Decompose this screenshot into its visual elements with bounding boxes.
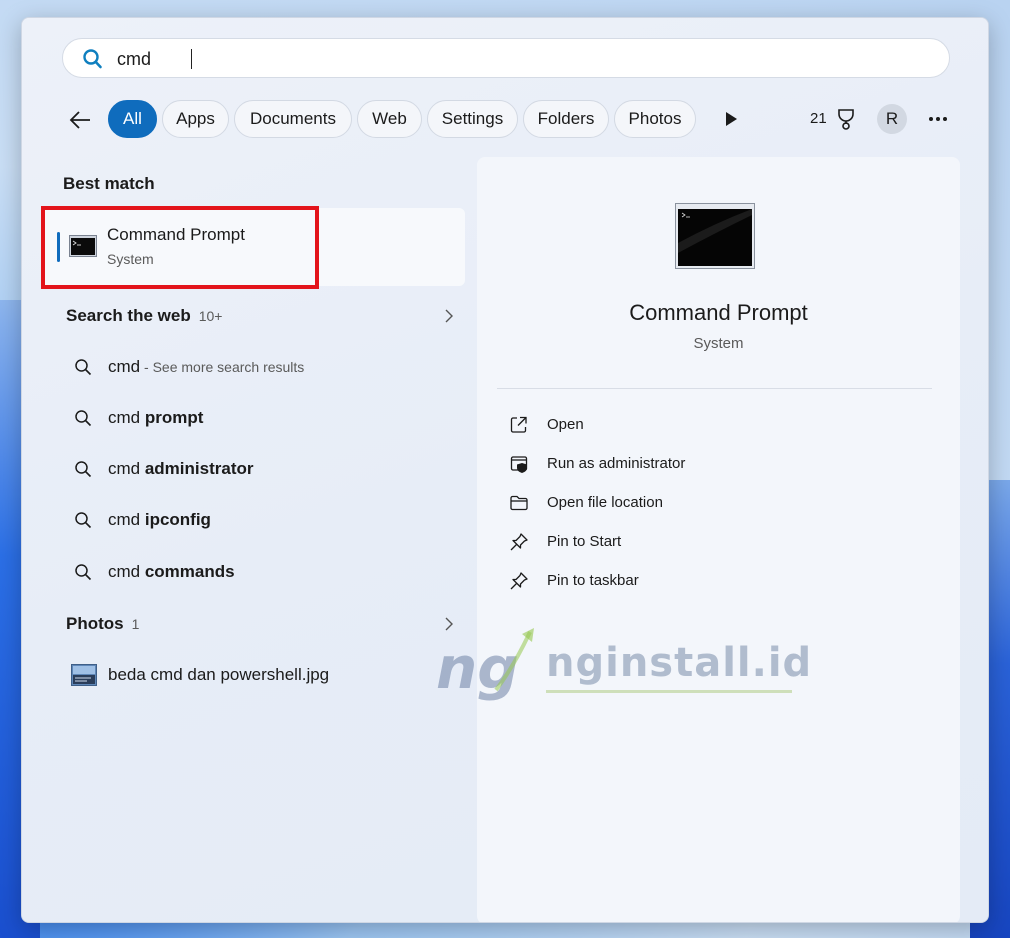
detail-title: Command Prompt (629, 300, 808, 325)
text-caret (191, 49, 192, 69)
action-label: Run as administrator (547, 455, 686, 472)
result-bold: prompt (144, 408, 204, 427)
web-section-heading[interactable]: Search the web 10+ (66, 306, 222, 326)
search-panel: All Apps Documents Web Settings Folders … (21, 17, 989, 923)
pin-icon (510, 572, 528, 590)
filter-photos[interactable]: Photos (614, 100, 696, 138)
search-icon (75, 564, 92, 581)
svg-text:ng: ng (436, 634, 519, 702)
action-label: Pin to taskbar (547, 572, 639, 589)
pin-icon (510, 533, 528, 551)
action-run-as-administrator[interactable]: Run as administrator (509, 452, 909, 476)
highlight-annotation (41, 206, 319, 289)
watermark-logo: ng (436, 628, 534, 702)
command-prompt-icon (675, 203, 755, 269)
search-icon (75, 512, 92, 529)
search-icon (83, 49, 102, 69)
photos-section-count: 1 (131, 616, 140, 632)
back-arrow-icon[interactable] (66, 106, 94, 134)
watermark-underline (546, 690, 792, 693)
filter-folders[interactable]: Folders (523, 100, 609, 138)
result-bold: commands (144, 562, 235, 581)
chevron-right-icon[interactable] (444, 309, 454, 323)
search-icon (75, 461, 92, 478)
web-result-item[interactable]: cmd ipconfig (66, 505, 466, 535)
search-box[interactable] (62, 38, 950, 78)
action-open[interactable]: Open (509, 413, 909, 437)
filter-settings[interactable]: Settings (427, 100, 518, 138)
best-match-heading: Best match (63, 174, 155, 193)
action-label: Pin to Start (547, 533, 622, 550)
photos-section-title: Photos (66, 614, 124, 633)
image-file-icon (71, 664, 97, 686)
result-hint: - See more search results (140, 359, 305, 375)
detail-subtitle: System (693, 335, 744, 352)
result-query: cmd (108, 510, 145, 529)
web-result-item[interactable]: cmd commands (66, 557, 466, 587)
shield-admin-icon (510, 456, 528, 473)
result-bold: administrator (144, 459, 254, 478)
web-result-item[interactable]: cmd prompt (66, 403, 466, 433)
web-result-item[interactable]: cmd - See more search results (66, 352, 466, 382)
avatar[interactable]: R (877, 104, 907, 134)
action-label: Open (547, 416, 584, 433)
search-icon (75, 410, 92, 427)
search-input[interactable] (117, 47, 917, 71)
action-pin-to-start[interactable]: Pin to Start (509, 530, 909, 554)
trophy-icon[interactable] (836, 108, 856, 130)
filter-documents[interactable]: Documents (234, 100, 352, 138)
photo-filename: beda cmd dan powershell.jpg (108, 665, 330, 684)
web-section-count: 10+ (198, 308, 223, 324)
photos-section-heading[interactable]: Photos 1 (66, 614, 139, 634)
filter-all[interactable]: All (108, 100, 157, 138)
folder-icon (510, 495, 528, 511)
more-options-icon[interactable] (928, 116, 948, 122)
web-section-title: Search the web (66, 306, 191, 325)
detail-pane: Command Prompt System Open Run as admini… (477, 157, 960, 922)
filter-apps[interactable]: Apps (162, 100, 229, 138)
play-icon[interactable] (722, 110, 740, 128)
result-query: cmd (108, 562, 145, 581)
action-open-file-location[interactable]: Open file location (509, 491, 909, 515)
result-query: cmd (108, 357, 141, 376)
web-result-item[interactable]: cmd administrator (66, 454, 466, 484)
action-pin-to-taskbar[interactable]: Pin to taskbar (509, 569, 909, 593)
photo-result-item[interactable]: beda cmd dan powershell.jpg (66, 660, 466, 690)
rewards-points: 21 (810, 110, 827, 127)
filter-web[interactable]: Web (357, 100, 422, 138)
watermark-text: nginstall.id (546, 640, 813, 686)
action-label: Open file location (547, 494, 663, 511)
divider (497, 388, 932, 389)
filter-bar: All Apps Documents Web Settings Folders … (62, 100, 962, 140)
search-icon (75, 359, 92, 376)
result-bold: ipconfig (144, 510, 211, 529)
result-query: cmd (108, 459, 145, 478)
open-external-icon (510, 416, 527, 433)
watermark: ng nginstall.id (434, 626, 811, 706)
result-query: cmd (108, 408, 145, 427)
